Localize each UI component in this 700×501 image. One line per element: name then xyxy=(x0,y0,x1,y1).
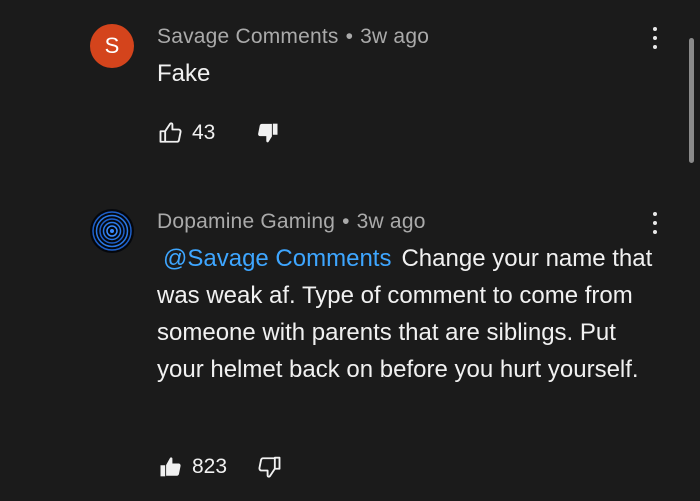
comment-thread-2: Dopamine Gaming • 3w ago @Savage Comments C… xyxy=(0,185,700,501)
avatar[interactable] xyxy=(90,209,134,253)
channel-avatar-icon xyxy=(91,210,133,252)
comment-thread-1: S Savage Comments • 3w ago Fake 43 xyxy=(0,0,700,180)
scrollbar[interactable] xyxy=(689,38,694,163)
comment-actions: 43 xyxy=(157,118,281,148)
comment-text: @Savage Comments Change your name that wa… xyxy=(157,240,657,388)
comment-text: Fake xyxy=(157,60,211,87)
timestamp: 3w ago xyxy=(356,210,426,233)
comment-actions: 823 xyxy=(157,452,283,482)
more-options-icon[interactable] xyxy=(644,27,666,49)
author-name[interactable]: Dopamine Gaming xyxy=(157,210,335,233)
thumbs-down-icon[interactable] xyxy=(253,119,281,147)
thumbs-up-icon[interactable] xyxy=(157,453,185,481)
comment-header: Savage Comments • 3w ago xyxy=(157,25,429,49)
thumbs-down-icon[interactable] xyxy=(255,453,283,481)
like-count: 823 xyxy=(192,455,228,478)
avatar-letter: S xyxy=(104,33,120,58)
author-name[interactable]: Savage Comments xyxy=(157,25,339,48)
thumbs-up-icon[interactable] xyxy=(157,119,185,147)
more-options-icon[interactable] xyxy=(644,212,666,234)
mention-link[interactable]: @Savage Comments xyxy=(163,245,391,272)
separator: • xyxy=(345,25,354,48)
comment-header: Dopamine Gaming • 3w ago xyxy=(157,210,426,234)
like-count: 43 xyxy=(192,121,216,144)
timestamp: 3w ago xyxy=(360,25,430,48)
avatar[interactable]: S xyxy=(90,24,134,68)
separator: • xyxy=(342,210,350,233)
